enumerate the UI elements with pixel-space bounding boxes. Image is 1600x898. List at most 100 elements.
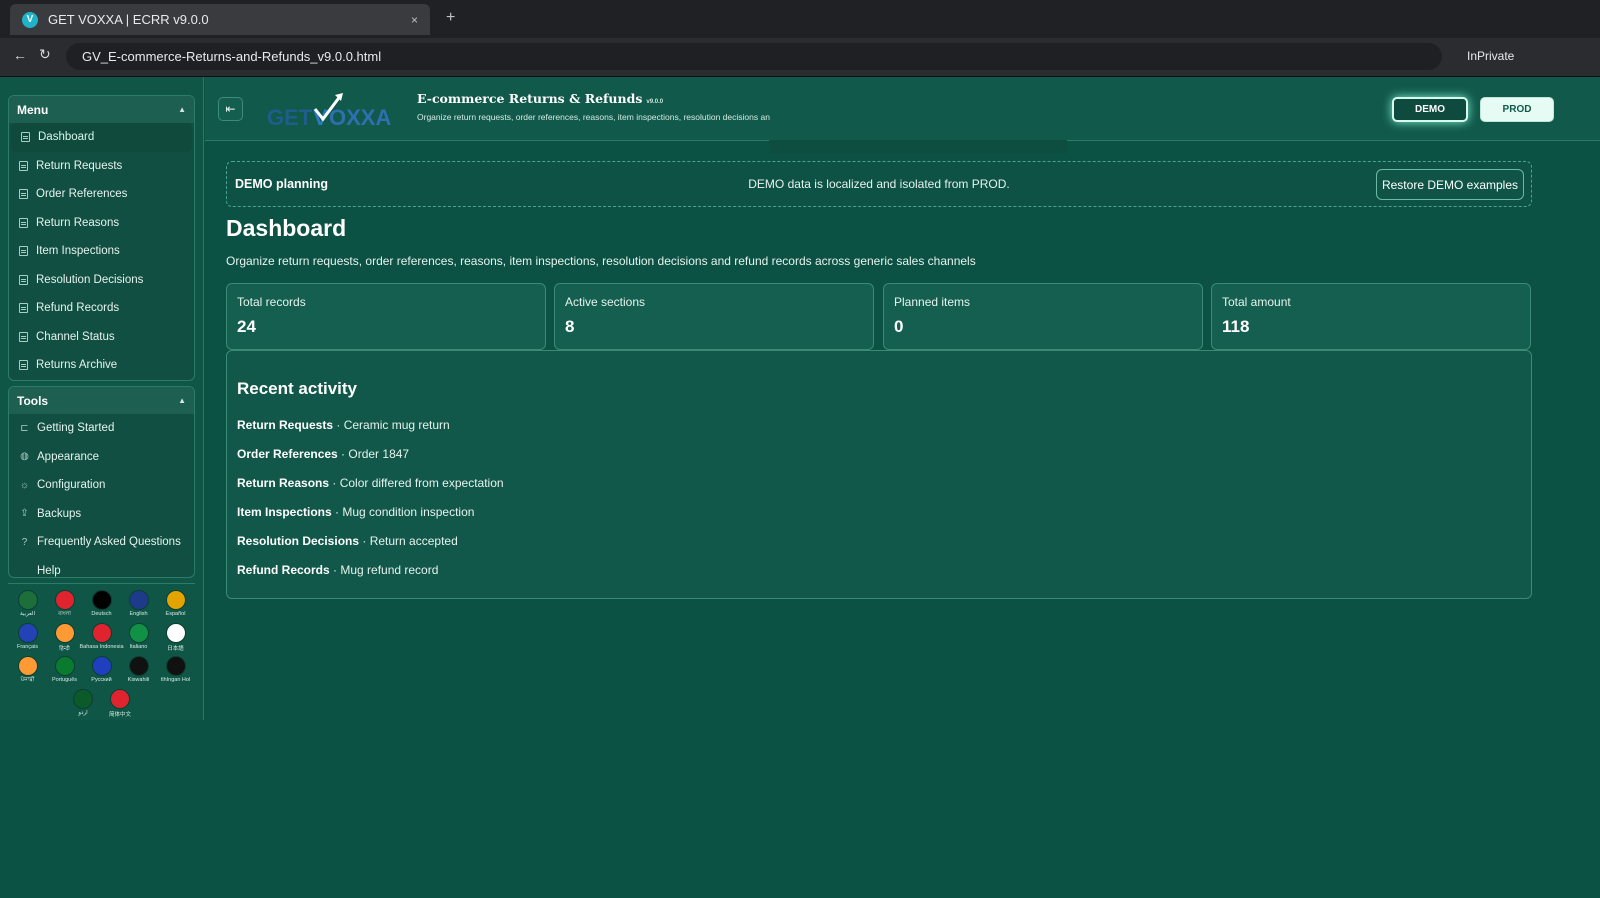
document-icon <box>19 303 28 314</box>
flag-icon <box>128 656 149 676</box>
prod-button[interactable]: PROD <box>1480 97 1554 122</box>
sidebar-item-channel-status[interactable]: Channel Status <box>9 323 194 352</box>
language-flag[interactable]: Deutsch <box>90 590 114 623</box>
activity-text: · Mug condition inspection <box>331 505 475 519</box>
sidebar-item-return-requests[interactable]: Return Requests <box>9 152 194 181</box>
document-icon <box>19 331 28 342</box>
activity-item: Item Inspections · Mug condition inspect… <box>237 505 474 519</box>
back-arrow-icon[interactable]: ← <box>13 47 27 63</box>
spacer-icon <box>19 565 30 576</box>
sidebar-item-item-inspections[interactable]: Item Inspections <box>9 237 194 266</box>
language-flag[interactable]: हिन्दी <box>53 623 77 656</box>
language-label: 简体中文 <box>108 712 131 718</box>
language-selector: العربية বাংলা Deutsch English Español Françai… <box>8 583 195 722</box>
language-label: বাংলা <box>58 611 71 617</box>
palette-icon: ◍ <box>20 451 29 463</box>
sidebar-item-return-reasons[interactable]: Return Reasons <box>9 209 194 238</box>
language-flag[interactable]: tlhIngan Hol <box>161 656 190 689</box>
sidebar-item-order-references[interactable]: Order References <box>9 180 194 209</box>
sidebar-item-backups[interactable]: ⇪ Backups <box>9 500 194 529</box>
app-header: ⇤ GET V OXXA E-commerce Returns & Refund… <box>205 77 1600 154</box>
activity-text: · Return accepted <box>359 534 458 548</box>
sidebar-item-label: Frequently Asked Questions <box>37 536 181 549</box>
sidebar-item-label: Dashboard <box>38 131 95 144</box>
sidebar-item-label: Configuration <box>37 479 106 492</box>
sidebar-item-label: Channel Status <box>36 330 115 343</box>
page-title: Dashboard <box>226 215 347 241</box>
stat-label: Planned items <box>894 295 971 309</box>
language-flag[interactable]: Kiswahili <box>127 656 151 689</box>
sidebar-item-label: Getting Started <box>37 422 115 435</box>
activity-text: · Order 1847 <box>337 447 410 461</box>
flag-icon <box>54 590 75 610</box>
restore-demo-button[interactable]: Restore DEMO examples <box>1376 169 1524 200</box>
sidebar-item-label: Return Reasons <box>36 216 120 229</box>
language-label: Bahasa Indonesia <box>79 644 124 650</box>
rocket-icon: ⊏ <box>20 422 29 434</box>
sidebar-item-help[interactable]: Help <box>9 557 194 586</box>
getvoxxa-logo: GET V OXXA <box>267 93 391 130</box>
sidebar-item-label: Order References <box>36 188 128 201</box>
page-subtitle: Organize return requests, order referenc… <box>226 254 976 268</box>
flag-icon <box>165 623 186 643</box>
language-flag[interactable]: বাংলা <box>53 590 77 623</box>
document-icon <box>19 189 28 200</box>
language-label: English <box>129 611 148 617</box>
sidebar-item-configuration[interactable]: ☼ Configuration <box>9 471 194 500</box>
sidebar-item-label: Backups <box>37 507 82 520</box>
caret-up-icon: ▲ <box>178 396 186 405</box>
language-flag[interactable]: Español <box>164 590 188 623</box>
menu-panel-header[interactable]: Menu ▲ <box>9 96 194 123</box>
collapse-sidebar-button[interactable]: ⇤ <box>218 97 243 121</box>
language-flag[interactable]: Français <box>16 623 40 656</box>
demo-button[interactable]: DEMO <box>1392 97 1468 122</box>
svg-text:OXXA: OXXA <box>329 105 391 130</box>
tools-panel-header[interactable]: Tools ▲ <box>9 387 194 414</box>
url-field[interactable]: GV_E-commerce-Returns-and-Refunds_v9.0.0… <box>66 43 1442 70</box>
tab-title: GET VOXXA | ECRR v9.0.0 <box>48 12 209 27</box>
language-flag[interactable]: Русский <box>90 656 114 689</box>
language-flag[interactable]: 日本語 <box>164 623 188 656</box>
language-flag[interactable]: ਪੰਜਾਬੀ <box>16 656 40 689</box>
flag-icon <box>165 656 186 676</box>
flag-icon <box>128 623 149 643</box>
sidebar-item-label: Refund Records <box>36 302 120 315</box>
activity-text: · Color differed from expectation <box>329 476 504 490</box>
language-label: 日本語 <box>167 646 184 652</box>
stat-label: Total amount <box>1222 295 1291 309</box>
document-icon <box>19 246 28 257</box>
browser-tab[interactable]: V GET VOXXA | ECRR v9.0.0 × <box>10 4 430 35</box>
sidebar-item-dashboard[interactable]: Dashboard <box>11 123 192 152</box>
sidebar-item-appearance[interactable]: ◍ Appearance <box>9 443 194 472</box>
stat-label: Total records <box>237 295 306 309</box>
stat-value: 24 <box>237 317 256 336</box>
language-flag[interactable]: Bahasa Indonesia <box>79 623 124 656</box>
main-content: ⇤ GET V OXXA E-commerce Returns & Refund… <box>205 77 1600 898</box>
tools-title: Tools <box>17 393 49 408</box>
close-icon[interactable]: × <box>411 13 418 27</box>
sidebar-item-resolution-decisions[interactable]: Resolution Decisions <box>9 266 194 295</box>
reload-icon[interactable]: ↻ <box>39 46 51 63</box>
language-flag[interactable]: اردو <box>71 689 95 722</box>
sidebar-item-label: Return Requests <box>36 159 123 172</box>
document-icon <box>19 360 28 371</box>
demo-banner-message: DEMO data is localized and isolated from… <box>748 177 1010 191</box>
language-flag[interactable]: Português <box>52 656 77 689</box>
inprivate-badge[interactable]: InPrivate <box>1467 49 1514 63</box>
app-title: E-commerce Returns & Refunds v9.0.0 <box>417 91 664 106</box>
flag-icon <box>110 689 130 709</box>
sidebar-item-returns-archive[interactable]: Returns Archive <box>9 351 194 380</box>
new-tab-icon[interactable]: + <box>446 9 455 27</box>
language-flag[interactable]: 简体中文 <box>108 689 132 722</box>
sidebar-item-refund-records[interactable]: Refund Records <box>9 294 194 323</box>
activity-section: Return Reasons <box>237 476 330 490</box>
sidebar-item-frequently-asked-questions[interactable]: ? Frequently Asked Questions <box>9 528 194 557</box>
language-flag[interactable]: Italiano <box>127 623 151 656</box>
flag-icon <box>91 623 112 643</box>
activity-item: Order References · Order 1847 <box>237 447 409 461</box>
language-flag[interactable]: English <box>127 590 151 623</box>
activity-section: Return Requests <box>237 418 334 432</box>
sidebar-item-getting-started[interactable]: ⊏ Getting Started <box>9 414 194 443</box>
language-flag[interactable]: العربية <box>16 590 40 623</box>
stat-label: Active sections <box>565 295 646 309</box>
